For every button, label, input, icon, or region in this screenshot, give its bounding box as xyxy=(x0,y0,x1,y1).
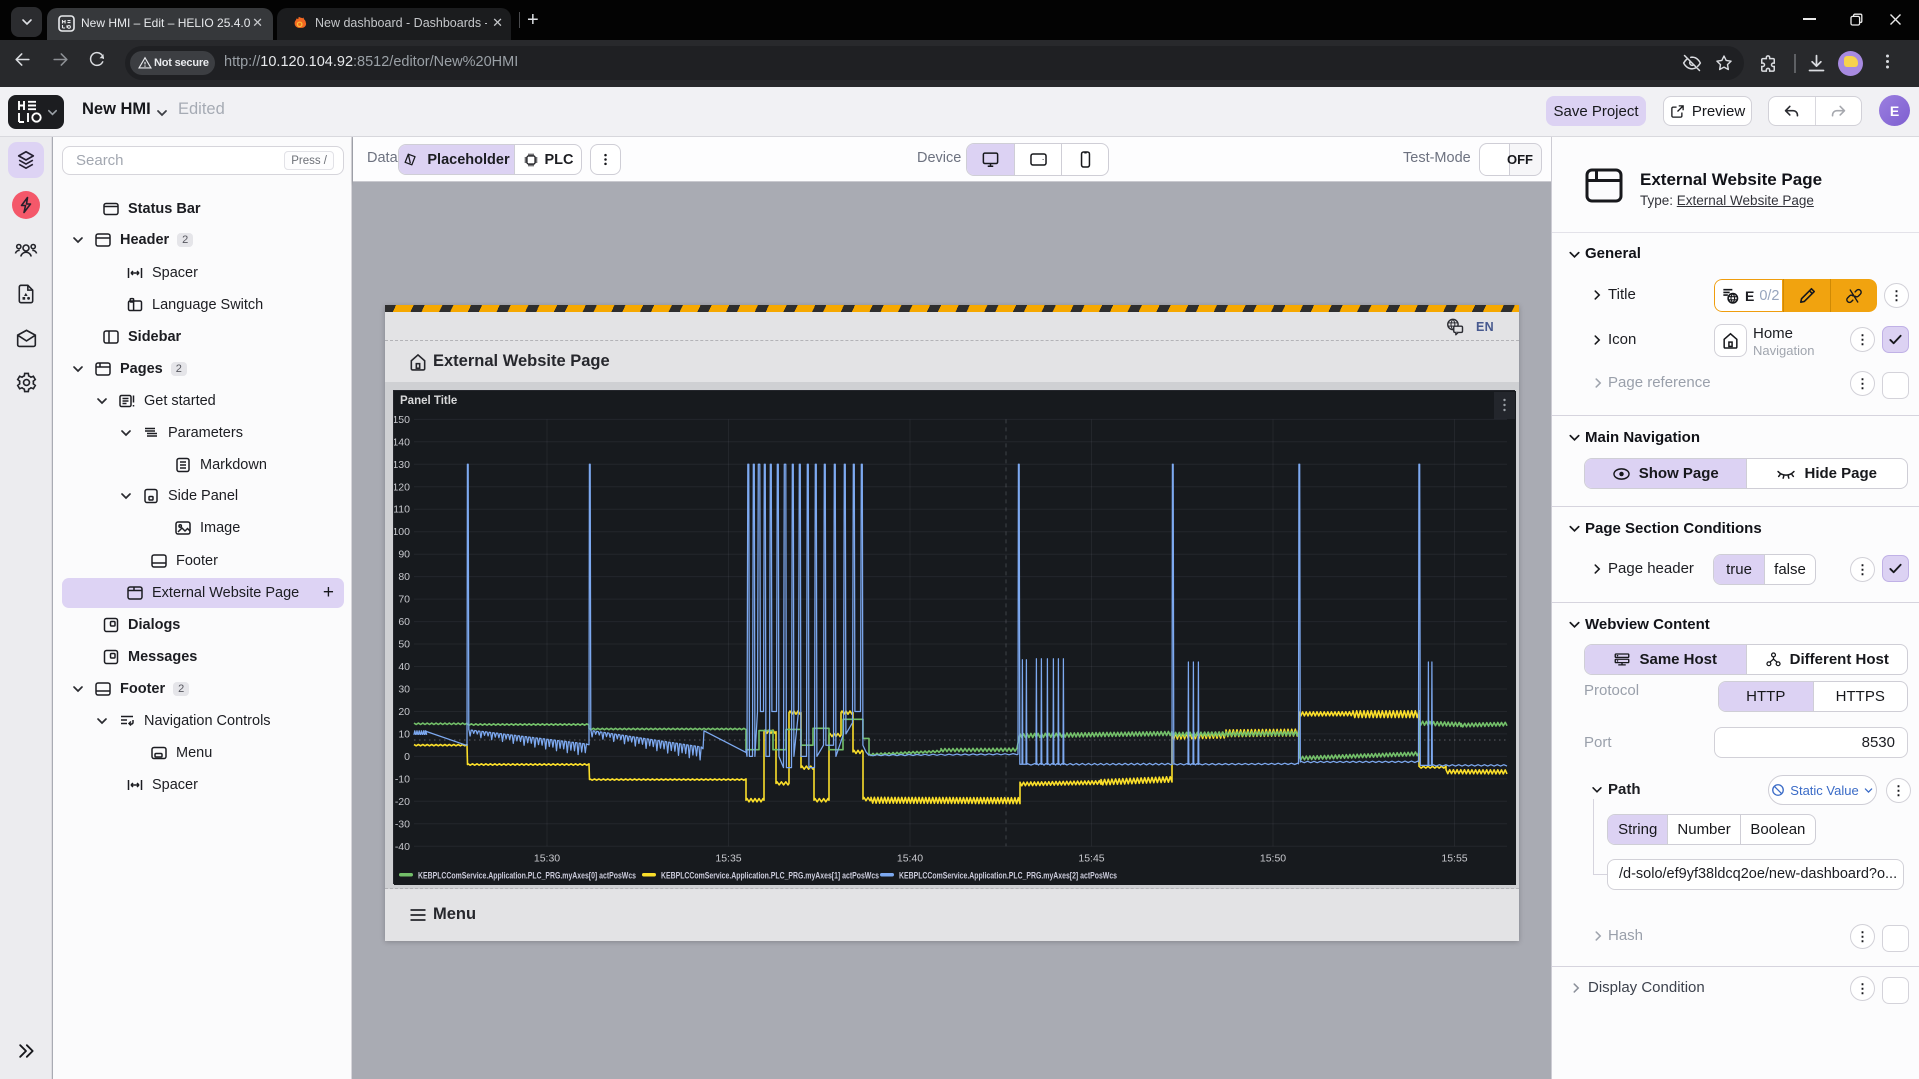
svg-text:0: 0 xyxy=(404,751,410,763)
svg-text:15:55: 15:55 xyxy=(1441,852,1467,864)
svg-text:KEBPLCComService.Application.P: KEBPLCComService.Application.PLC_PRG.myA… xyxy=(899,871,1117,881)
svg-text:15:40: 15:40 xyxy=(897,852,923,864)
svg-text:15:45: 15:45 xyxy=(1078,852,1104,864)
svg-text:15:35: 15:35 xyxy=(715,852,741,864)
svg-text:-30: -30 xyxy=(395,818,410,830)
svg-text:60: 60 xyxy=(398,616,410,628)
svg-text:70: 70 xyxy=(398,594,410,606)
svg-text:50: 50 xyxy=(398,639,410,651)
svg-text:140: 140 xyxy=(394,436,410,448)
svg-text:80: 80 xyxy=(398,571,410,583)
svg-text:100: 100 xyxy=(394,526,410,538)
svg-text:130: 130 xyxy=(394,459,410,471)
svg-text:20: 20 xyxy=(398,706,410,718)
svg-text:40: 40 xyxy=(398,661,410,673)
svg-text:10: 10 xyxy=(398,728,410,740)
svg-text:150: 150 xyxy=(394,414,410,426)
svg-text:KEBPLCComService.Application.P: KEBPLCComService.Application.PLC_PRG.myA… xyxy=(418,871,636,881)
svg-text:KEBPLCComService.Application.P: KEBPLCComService.Application.PLC_PRG.myA… xyxy=(661,871,879,881)
svg-text:-40: -40 xyxy=(395,841,410,853)
svg-text:15:50: 15:50 xyxy=(1260,852,1286,864)
svg-text:Panel Title: Panel Title xyxy=(400,395,457,407)
svg-text:90: 90 xyxy=(398,549,410,561)
svg-text:30: 30 xyxy=(398,684,410,696)
svg-text:15:30: 15:30 xyxy=(534,852,560,864)
svg-text:-10: -10 xyxy=(395,773,410,785)
svg-text:120: 120 xyxy=(394,481,410,493)
svg-text:-20: -20 xyxy=(395,796,410,808)
svg-text:110: 110 xyxy=(394,504,410,516)
